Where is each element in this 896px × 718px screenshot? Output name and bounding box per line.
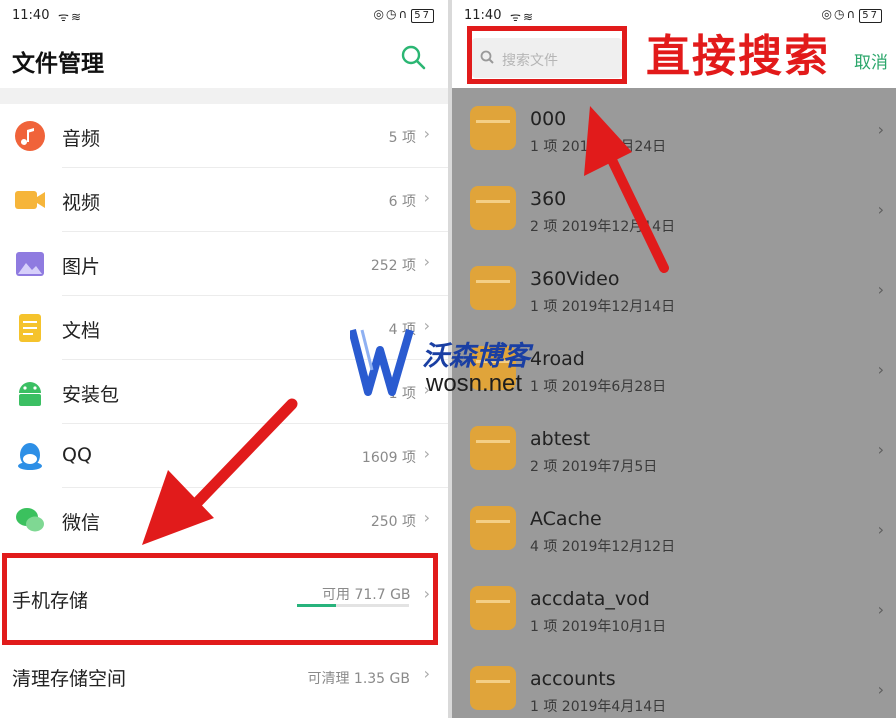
watermark-title: 沃森博客: [422, 341, 530, 372]
watermark-logo: [350, 328, 414, 396]
watermark-url: wosn.net: [426, 370, 523, 397]
watermark: 沃森博客 wosn.net: [350, 320, 570, 410]
